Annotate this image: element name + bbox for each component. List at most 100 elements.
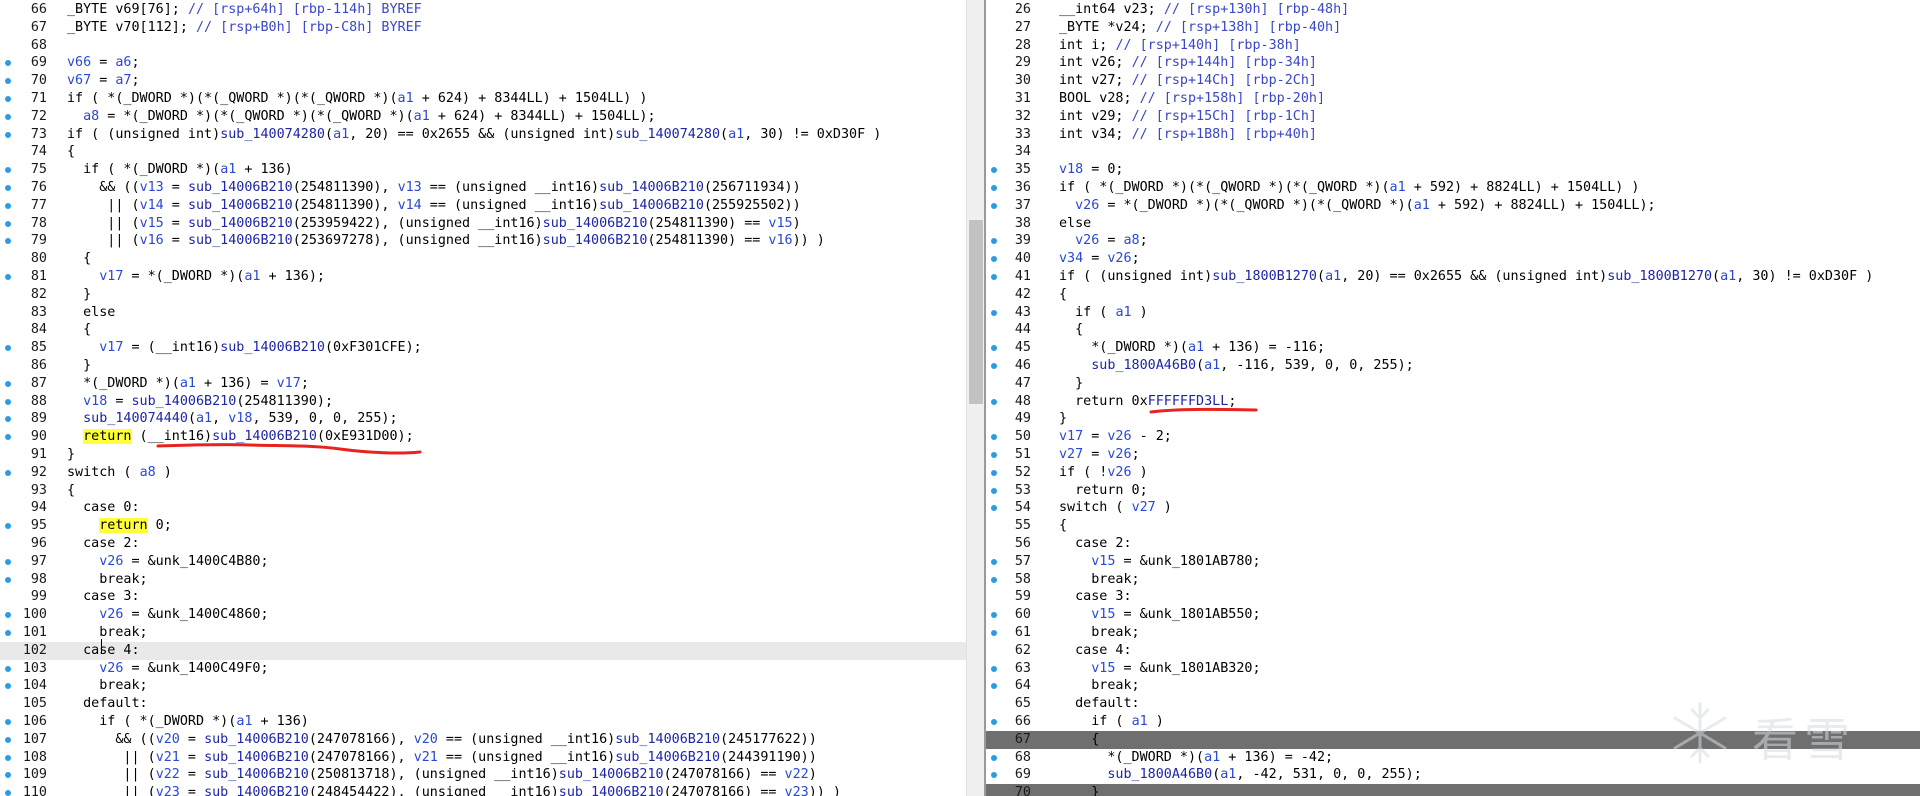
code-line[interactable]: 69 v66 = a6; — [0, 54, 966, 72]
code-text[interactable]: v17 = (__int16)sub_14006B210(0xF301CFE); — [67, 339, 422, 357]
code-line[interactable]: 110 || (v23 = sub_14006B210(248454422), … — [0, 784, 966, 796]
code-text[interactable]: sub_140074440(a1, v18, 539, 0, 0, 255); — [67, 410, 397, 428]
code-line[interactable]: 46 sub_1800A46B0(a1, -116, 539, 0, 0, 25… — [986, 357, 1920, 375]
code-line[interactable]: 73 if ( (unsigned int)sub_140074280(a1, 2… — [0, 126, 966, 144]
breakpoint-dot-icon[interactable] — [991, 434, 997, 441]
code-line[interactable]: 47 } — [986, 375, 1920, 393]
breakpoint-dot-icon[interactable] — [991, 469, 997, 476]
code-line[interactable]: 31 BOOL v28; // [rsp+158h] [rbp-20h] — [986, 90, 1920, 108]
code-line[interactable]: 60 v15 = &unk_1801AB550; — [986, 606, 1920, 624]
code-text[interactable]: int v34; // [rsp+1B8h] [rbp+40h] — [1059, 126, 1317, 144]
code-line[interactable]: 97 v26 = &unk_1400C4B80; — [0, 553, 966, 571]
code-text[interactable]: v17 = *(_DWORD *)(a1 + 136); — [67, 268, 325, 286]
breakpoint-dot-icon[interactable] — [991, 309, 997, 316]
breakpoint-dot-icon[interactable] — [5, 274, 11, 280]
code-text[interactable]: return 0; — [67, 517, 172, 535]
code-line[interactable]: 26 __int64 v23; // [rsp+130h] [rbp-48h] — [986, 1, 1920, 19]
code-text[interactable]: { — [67, 250, 91, 268]
breakpoint-dot-icon[interactable] — [991, 238, 997, 245]
code-text[interactable]: v67 = a7; — [67, 72, 140, 90]
code-line[interactable]: 50 v17 = v26 - 2; — [986, 428, 1920, 446]
code-text[interactable]: v27 = v26; — [1059, 446, 1140, 464]
code-text[interactable]: switch ( a8 ) — [67, 464, 172, 482]
code-line[interactable]: 29 int v26; // [rsp+144h] [rbp-34h] — [986, 54, 1920, 72]
breakpoint-dot-icon[interactable] — [5, 665, 11, 672]
breakpoint-dot-icon[interactable] — [5, 612, 11, 619]
code-line[interactable]: 58 break; — [986, 571, 1920, 589]
breakpoint-dot-icon[interactable] — [991, 274, 997, 280]
breakpoint-dot-icon[interactable] — [5, 523, 11, 530]
code-line[interactable]: 93 { — [0, 482, 966, 500]
code-line[interactable]: 61 break; — [986, 624, 1920, 642]
breakpoint-dot-icon[interactable] — [991, 345, 997, 352]
code-text[interactable]: sub_1800A46B0(a1, -42, 531, 0, 0, 255); — [1059, 766, 1421, 784]
code-text[interactable]: else — [1059, 215, 1091, 233]
breakpoint-dot-icon[interactable] — [5, 238, 11, 245]
breakpoint-dot-icon[interactable] — [991, 665, 997, 672]
code-text[interactable]: BOOL v28; // [rsp+158h] [rbp-20h] — [1059, 90, 1325, 108]
code-text[interactable]: if ( *(_DWORD *)(a1 + 136) — [67, 161, 293, 179]
code-line[interactable]: 85 v17 = (__int16)sub_14006B210(0xF301CF… — [0, 339, 966, 357]
code-text[interactable]: if ( a1 ) — [1059, 304, 1148, 322]
breakpoint-dot-icon[interactable] — [991, 505, 997, 512]
code-line[interactable]: 32 int v29; // [rsp+15Ch] [rbp-1Ch] — [986, 108, 1920, 126]
code-line[interactable]: 94 case 0: — [0, 499, 966, 517]
code-text[interactable]: && ((v13 = sub_14006B210(254811390), v13… — [67, 179, 800, 197]
code-line[interactable]: 63 v15 = &unk_1801AB320; — [986, 660, 1920, 678]
breakpoint-dot-icon[interactable] — [991, 398, 997, 405]
code-line[interactable]: 67 _BYTE v70[112]; // [rsp+B0h] [rbp-C8h]… — [0, 19, 966, 37]
code-text[interactable]: } — [1059, 375, 1083, 393]
code-line[interactable]: 90 return (__int16)sub_14006B210(0xE931D… — [0, 428, 966, 446]
code-text[interactable]: if ( *(_DWORD *)(*(_QWORD *)(*(_QWORD *)… — [67, 90, 647, 108]
breakpoint-dot-icon[interactable] — [991, 256, 997, 263]
code-text[interactable]: v34 = v26; — [1059, 250, 1140, 268]
breakpoint-dot-icon[interactable] — [5, 719, 11, 725]
code-line[interactable]: 109 || (v22 = sub_14006B210(250813718), … — [0, 766, 966, 784]
breakpoint-dot-icon[interactable] — [5, 345, 11, 352]
code-text[interactable]: int v29; // [rsp+15Ch] [rbp-1Ch] — [1059, 108, 1317, 126]
code-line[interactable]: 54 switch ( v27 ) — [986, 499, 1920, 517]
code-text[interactable]: default: — [67, 695, 148, 713]
code-line[interactable]: 66 _BYTE v69[76]; // [rsp+64h] [rbp-114h]… — [0, 1, 966, 19]
code-line[interactable]: 91} — [0, 446, 966, 464]
code-text[interactable]: *(_DWORD *)(a1 + 136) = v17; — [67, 375, 309, 393]
code-line[interactable]: 64 break; — [986, 677, 1920, 695]
code-line[interactable]: 37 v26 = *(_DWORD *)(*(_QWORD *)(*(_QWOR… — [986, 197, 1920, 215]
code-text[interactable]: v26 = &unk_1400C4860; — [67, 606, 268, 624]
code-line[interactable]: 99 case 3: — [0, 588, 966, 606]
code-text[interactable]: int v26; // [rsp+144h] [rbp-34h] — [1059, 54, 1317, 72]
code-text[interactable]: break; — [67, 677, 147, 695]
breakpoint-dot-icon[interactable] — [5, 736, 11, 743]
code-text[interactable]: { — [1059, 321, 1083, 339]
code-text[interactable]: break; — [67, 571, 147, 589]
code-text[interactable]: return (__int16)sub_14006B210(0xE931D00)… — [67, 428, 414, 446]
breakpoint-dot-icon[interactable] — [5, 630, 11, 636]
code-text[interactable]: || (v16 = sub_14006B210(253697278), (uns… — [67, 232, 825, 250]
code-text[interactable]: case 2: — [1059, 535, 1131, 553]
code-text[interactable]: _BYTE v69[76]; // [rsp+64h] [rbp-114h] B… — [67, 1, 422, 19]
breakpoint-dot-icon[interactable] — [991, 683, 997, 690]
code-line[interactable]: 33 int v34; // [rsp+1B8h] [rbp+40h] — [986, 126, 1920, 144]
code-line[interactable]: 92 switch ( a8 ) — [0, 464, 966, 482]
breakpoint-dot-icon[interactable] — [5, 131, 11, 138]
code-text[interactable]: v66 = a6; — [67, 54, 140, 72]
code-line[interactable]: 28 int i; // [rsp+140h] [rbp-38h] — [986, 37, 1920, 55]
code-line[interactable]: 27 _BYTE *v24; // [rsp+138h] [rbp-40h] — [986, 19, 1920, 37]
breakpoint-dot-icon[interactable] — [5, 78, 11, 85]
code-text[interactable]: || (v23 = sub_14006B210(248454422), (uns… — [67, 784, 841, 796]
code-line[interactable]: 106 if ( *(_DWORD *)(a1 + 136) — [0, 713, 966, 731]
code-text[interactable]: break; — [1059, 624, 1139, 642]
code-text[interactable]: case 3: — [67, 588, 139, 606]
code-text[interactable]: { — [67, 482, 75, 500]
code-text[interactable]: case 2: — [67, 535, 139, 553]
code-line[interactable]: 101 break; — [0, 624, 966, 642]
code-text[interactable]: _BYTE v70[112]; // [rsp+B0h] [rbp-C8h] B… — [67, 19, 422, 37]
code-line[interactable]: 100 v26 = &unk_1400C4860; — [0, 606, 966, 624]
code-text[interactable]: if ( (unsigned int)sub_1800B1270(a1, 20)… — [1059, 268, 1873, 286]
breakpoint-dot-icon[interactable] — [5, 380, 11, 387]
breakpoint-dot-icon[interactable] — [991, 167, 997, 174]
code-text[interactable]: || (v15 = sub_14006B210(253959422), (uns… — [67, 215, 800, 233]
code-text[interactable]: v15 = &unk_1801AB780; — [1059, 553, 1260, 571]
code-line[interactable]: 83 else — [0, 304, 966, 322]
code-text[interactable]: if ( *(_DWORD *)(*(_QWORD *)(*(_QWORD *)… — [1059, 179, 1639, 197]
